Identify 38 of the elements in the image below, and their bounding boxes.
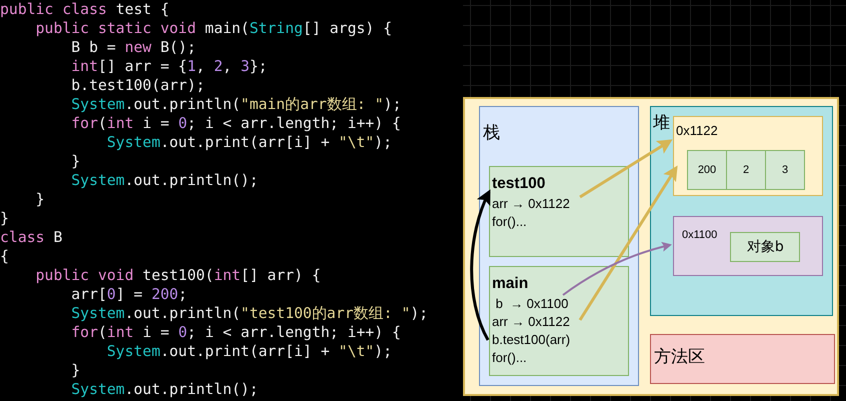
code-line: for(int i = 0; i < arr.length; i++) { — [70, 114, 401, 133]
frame-line: arr → 0x1122 — [492, 195, 571, 213]
code-line: class B — [0, 228, 62, 247]
code-line: int[] arr = {1, 2, 3}; — [70, 57, 268, 76]
frame-line: for()... — [492, 349, 528, 367]
code-line: System.out.println("test100的arr数组: "); — [70, 304, 428, 323]
code-line: } — [0, 209, 9, 228]
frame-title: main — [492, 275, 530, 293]
stack-label: 栈 — [483, 123, 500, 143]
array-cell: 3 — [765, 150, 805, 190]
code-line: System.out.println(); — [70, 171, 258, 190]
code-line: System.out.print(arr[i] + "\t"); — [106, 133, 392, 152]
array-cell: 2 — [726, 150, 766, 190]
code-line: } — [70, 152, 80, 171]
array-cell: 200 — [687, 150, 727, 190]
frame-line: for()... — [492, 213, 528, 231]
frame-line: arr → 0x1122 — [492, 313, 571, 331]
code-line: { — [0, 247, 9, 266]
code-line: System.out.println("main的arr数组: "); — [70, 95, 402, 114]
code-line: System.out.println(); — [70, 380, 258, 399]
code-line: for(int i = 0; i < arr.length; i++) { — [70, 323, 401, 342]
frame-title: test100 — [492, 175, 546, 193]
code-line: public void test100(int[] arr) { — [34, 266, 321, 285]
frame-line: b → 0x1100 — [494, 295, 570, 313]
heap-label: 堆 — [653, 113, 670, 133]
code-line: } — [34, 190, 45, 209]
object-label: 对象b — [730, 232, 800, 262]
code-line: B b = new B(); — [70, 38, 196, 57]
frame-line: b.test100(arr) — [492, 331, 572, 349]
code-line: System.out.print(arr[i] + "\t"); — [106, 342, 392, 361]
code-line: b.test100(arr); — [70, 76, 205, 95]
object-address: 0x1100 — [682, 229, 718, 241]
array-address: 0x1122 — [676, 123, 719, 138]
code-line: public static void main(String[] args) { — [34, 19, 392, 38]
code-line: } — [70, 361, 80, 380]
method-area-label: 方法区 — [654, 347, 705, 367]
code-line: public class test { — [0, 0, 170, 19]
code-line: arr[0] = 200; — [70, 285, 188, 304]
